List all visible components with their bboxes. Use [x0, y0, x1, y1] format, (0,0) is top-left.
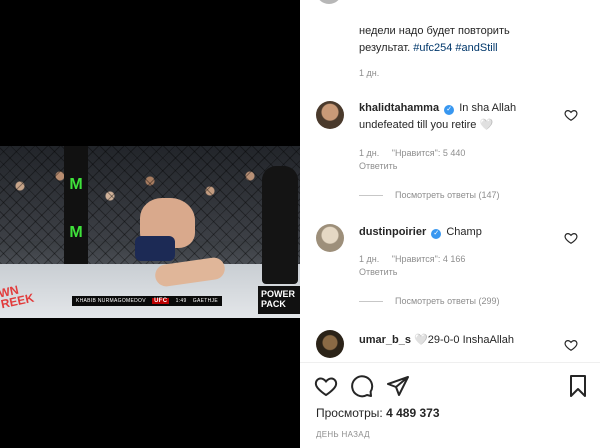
sponsor-banner: POWER PACK [258, 286, 300, 314]
view-count[interactable]: Просмотры: 4 489 373 [316, 406, 440, 420]
view-replies-button[interactable]: Посмотреть ответы (147) [359, 190, 500, 200]
monster-logo-icon: M [69, 224, 83, 241]
hashtag-link[interactable]: #andStill [455, 42, 497, 54]
monster-logo-icon: M [69, 176, 83, 193]
views-label: Просмотры: [316, 406, 383, 420]
fighter-left-name: KHABIB NURMAGOMEDOV [76, 298, 146, 304]
octagon-mat [0, 264, 300, 318]
comment-text: 🤍29-0-0 InshaAllah [414, 334, 514, 346]
divider-line [359, 194, 383, 196]
like-heart-icon[interactable] [564, 338, 578, 352]
comment-username[interactable]: khalidtahamma [359, 102, 439, 114]
view-replies-label: Посмотреть ответы (147) [395, 190, 500, 200]
round-clock: 1:49 [175, 298, 187, 304]
comments-panel: недели надо будет повторить результат. #… [300, 0, 600, 448]
comment-text: In sha Allah [459, 102, 517, 114]
comment-body: dustinpoirier ✓ Champ [359, 224, 559, 241]
caption-time: 1 дн. [359, 68, 380, 78]
section-divider [300, 362, 600, 363]
share-paper-plane-icon[interactable] [386, 374, 410, 398]
comment-text: Champ [446, 226, 482, 238]
comment-meta: 1 дн. "Нравится": 4 166 [359, 254, 475, 264]
comment-body: khalidtahamma ✓ In sha Allah undefeated … [359, 100, 559, 134]
author-avatar[interactable] [316, 0, 342, 4]
comment-meta: 1 дн. "Нравится": 5 440 [359, 148, 475, 158]
post-date: ДЕНЬ НАЗАД [316, 430, 370, 439]
bookmark-icon[interactable] [566, 374, 590, 398]
comment-text: undefeated till you retire 🤍 [359, 119, 494, 131]
like-heart-icon[interactable] [564, 231, 578, 245]
caption-text: результат. [359, 42, 411, 54]
like-heart-icon[interactable] [564, 108, 578, 122]
hashtag-link[interactable]: #ufc254 [413, 42, 452, 54]
verified-badge-icon: ✓ [431, 229, 442, 239]
divider-line [359, 300, 383, 302]
avatar[interactable] [316, 330, 344, 358]
like-heart-icon[interactable] [314, 374, 338, 398]
score-bar: KHABIB NURMAGOMEDOV UFC 1:49 GAETHJE [72, 296, 222, 306]
ufc-logo: UFC [152, 298, 170, 304]
views-value: 4 489 373 [386, 406, 440, 420]
video-player[interactable]: M M WN REEK POWER PACK KHABIB NURMAGOMED… [0, 146, 300, 318]
media-pane: M M WN REEK POWER PACK KHABIB NURMAGOMED… [0, 0, 300, 448]
comment-username[interactable]: dustinpoirier [359, 226, 426, 238]
comment-time: 1 дн. [359, 148, 380, 158]
comment-body: umar_b_s 🤍29-0-0 InshaAllah [359, 332, 559, 349]
action-bar [300, 374, 600, 400]
comment-likes[interactable]: "Нравится": 5 440 [392, 148, 466, 158]
caption-line: результат. #ufc254 #andStill [359, 40, 589, 57]
comment-likes[interactable]: "Нравится": 4 166 [392, 254, 466, 264]
avatar[interactable] [316, 224, 344, 252]
reply-button[interactable]: Ответить [359, 161, 397, 171]
reply-button[interactable]: Ответить [359, 267, 397, 277]
octagon-post: M M [64, 146, 88, 266]
avatar[interactable] [316, 101, 344, 129]
caption-line: недели надо будет повторить [359, 25, 510, 37]
fighter-shorts [135, 236, 175, 261]
comment-time: 1 дн. [359, 254, 380, 264]
comment-bubble-icon[interactable] [350, 374, 374, 398]
referee-figure [262, 166, 298, 284]
post-caption: недели надо будет повторить результат. #… [359, 23, 589, 57]
view-replies-label: Посмотреть ответы (299) [395, 296, 500, 306]
verified-badge-icon: ✓ [444, 105, 455, 115]
view-replies-button[interactable]: Посмотреть ответы (299) [359, 296, 500, 306]
fighter-right-name: GAETHJE [192, 298, 218, 304]
comment-username[interactable]: umar_b_s [359, 334, 411, 346]
